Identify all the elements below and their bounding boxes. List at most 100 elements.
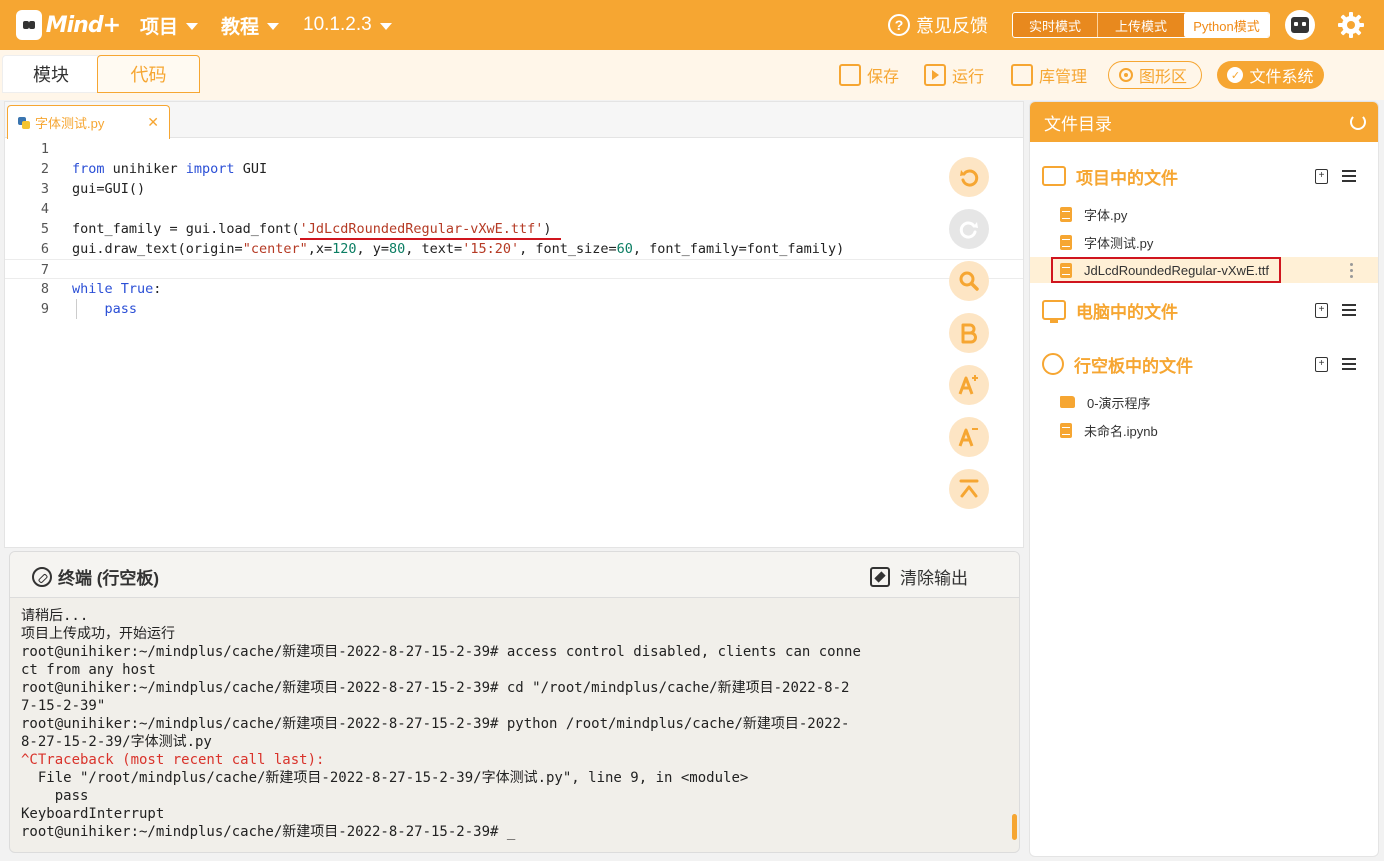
check-icon: ✓ bbox=[1227, 67, 1244, 83]
line-number: 5 bbox=[40, 221, 49, 237]
section-project-files[interactable]: 项目中的文件 bbox=[1042, 162, 1178, 190]
file-system-button[interactable]: ✓ 文件系统 bbox=[1217, 61, 1324, 89]
save-button[interactable]: 保存 bbox=[839, 62, 899, 88]
terminal-header: 终端 (行空板) 清除输出 bbox=[10, 552, 1019, 598]
robot-avatar-icon bbox=[1291, 17, 1309, 33]
link-icon bbox=[32, 566, 52, 587]
line-number: 3 bbox=[40, 181, 49, 197]
line-number: 2 bbox=[40, 161, 49, 177]
section-pc-label: 电脑中的文件 bbox=[1076, 302, 1178, 322]
menu-project[interactable]: 项目 bbox=[140, 0, 199, 50]
tab-blocks[interactable]: 模块 bbox=[2, 55, 100, 93]
section-pc-files[interactable]: 电脑中的文件 bbox=[1042, 296, 1178, 324]
terminal-line: File "/root/mindplus/cache/新建项目-2022-8-2… bbox=[21, 770, 749, 786]
toolbar: 模块 代码 保存 运行 库管理 图形区 ✓ 文件系统 bbox=[0, 50, 1384, 100]
terminal-scrollbar[interactable] bbox=[1012, 814, 1017, 840]
robot-logo-icon bbox=[16, 10, 42, 40]
run-button[interactable]: 运行 bbox=[924, 62, 984, 88]
library-manager-button[interactable]: 库管理 bbox=[1011, 62, 1087, 88]
section-board-label: 行空板中的文件 bbox=[1074, 356, 1193, 376]
file-item[interactable]: 字体.py bbox=[1030, 201, 1378, 227]
play-icon bbox=[924, 64, 946, 86]
new-file-icon[interactable]: + bbox=[1315, 302, 1328, 318]
chevron-down-icon bbox=[379, 23, 392, 30]
save-label: 保存 bbox=[867, 69, 900, 86]
terminal-line: 8-27-15-2-39/字体测试.py bbox=[21, 734, 212, 750]
code-text: from unihiker import GUI bbox=[72, 161, 268, 177]
terminal-output[interactable]: 请稍后... 项目上传成功，开始运行 root@unihiker:~/mindp… bbox=[21, 607, 1011, 841]
graph-label: 图形区 bbox=[1139, 69, 1188, 86]
python-icon bbox=[18, 116, 30, 129]
line-number: 9 bbox=[40, 301, 49, 317]
mode-realtime[interactable]: 实时模式 bbox=[1013, 13, 1098, 37]
menu-tutorial-label: 教程 bbox=[221, 16, 260, 38]
file-item[interactable]: 字体测试.py bbox=[1030, 229, 1378, 255]
file-icon bbox=[1060, 234, 1072, 250]
app-logo[interactable]: Mind+ bbox=[16, 8, 121, 42]
font-increase-icon[interactable] bbox=[949, 365, 989, 405]
terminal-title-label: 终端 (行空板) bbox=[58, 569, 160, 588]
refresh-icon[interactable] bbox=[1350, 114, 1366, 130]
eraser-icon bbox=[870, 566, 890, 587]
folder-item[interactable]: 0-演示程序 bbox=[1030, 389, 1378, 415]
save-icon bbox=[839, 64, 861, 86]
search-icon[interactable] bbox=[949, 261, 989, 301]
redo-icon[interactable] bbox=[949, 209, 989, 249]
menu-icon[interactable] bbox=[1342, 304, 1356, 316]
font-decrease-icon[interactable] bbox=[949, 417, 989, 457]
code-line: 8 while True: bbox=[5, 279, 1023, 299]
gear-icon[interactable] bbox=[1337, 11, 1365, 39]
folder-list-icon bbox=[1042, 166, 1066, 186]
code-text: gui.draw_text(origin="center",x=120, y=8… bbox=[72, 241, 845, 257]
menu-icon[interactable] bbox=[1342, 358, 1356, 370]
terminal-line: root@unihiker:~/mindplus/cache/新建项目-2022… bbox=[21, 716, 850, 732]
code-editor: 字体测试.py ✕ 1 2 from unihiker import GUI 3 g… bbox=[4, 101, 1024, 548]
more-options-icon[interactable] bbox=[1350, 263, 1354, 279]
code-text: while True: bbox=[72, 281, 162, 297]
file-name: 字体测试.py bbox=[1084, 235, 1154, 251]
new-file-icon[interactable]: + bbox=[1315, 356, 1328, 372]
file-tab[interactable]: 字体测试.py ✕ bbox=[7, 105, 170, 139]
red-underline-annotation bbox=[300, 238, 561, 240]
clear-output-button[interactable]: 清除输出 bbox=[870, 564, 968, 589]
chevron-down-icon bbox=[267, 23, 280, 30]
terminal-title: 终端 (行空板) bbox=[32, 564, 159, 589]
undo-icon[interactable] bbox=[949, 157, 989, 197]
terminal-line: root@unihiker:~/mindplus/cache/新建项目-2022… bbox=[21, 824, 516, 840]
code-area[interactable]: 1 2 from unihiker import GUI 3 gui=GUI() 4… bbox=[5, 139, 1023, 539]
code-line: 7 bbox=[5, 259, 1023, 279]
collapse-top-icon[interactable] bbox=[949, 469, 989, 509]
file-item[interactable]: 未命名.ipynb bbox=[1030, 417, 1378, 443]
tab-code[interactable]: 代码 bbox=[97, 55, 200, 93]
mode-upload[interactable]: 上传模式 bbox=[1098, 13, 1184, 37]
avatar[interactable] bbox=[1285, 10, 1315, 40]
file-tab-label: 字体测试.py bbox=[35, 116, 105, 131]
terminal-panel: 终端 (行空板) 清除输出 请稍后... 项目上传成功，开始运行 root@un… bbox=[9, 551, 1020, 853]
graph-area-button[interactable]: 图形区 bbox=[1108, 61, 1203, 89]
file-icon bbox=[1060, 422, 1072, 438]
file-directory-panel: 文件目录 项目中的文件 + 字体.py 字体测试.py JdLcdRounded… bbox=[1029, 101, 1379, 857]
project-section-actions: + bbox=[1315, 162, 1356, 190]
library-label: 库管理 bbox=[1039, 69, 1088, 86]
menu-tutorial[interactable]: 教程 bbox=[221, 0, 280, 50]
target-icon bbox=[1119, 68, 1133, 82]
menu-icon[interactable] bbox=[1342, 170, 1356, 182]
terminal-line: root@unihiker:~/mindplus/cache/新建项目-2022… bbox=[21, 680, 850, 696]
feedback-button[interactable]: ? 意见反馈 bbox=[888, 12, 988, 38]
section-board-files[interactable]: 行空板中的文件 bbox=[1042, 350, 1193, 378]
board-icon bbox=[1042, 353, 1064, 375]
close-icon[interactable]: ✕ bbox=[147, 114, 159, 131]
code-text: pass bbox=[104, 301, 138, 317]
code-line: 1 bbox=[5, 139, 1023, 159]
pc-section-actions: + bbox=[1315, 296, 1356, 324]
menu-version[interactable]: 10.1.2.3 bbox=[303, 0, 392, 50]
code-line: 2 from unihiker import GUI bbox=[5, 159, 1023, 179]
format-bold-icon[interactable] bbox=[949, 313, 989, 353]
folder-icon bbox=[1060, 396, 1075, 408]
mode-python[interactable]: Python模式 bbox=[1184, 13, 1269, 37]
file-directory-title: 文件目录 bbox=[1044, 114, 1112, 134]
terminal-line: root@unihiker:~/mindplus/cache/新建项目-2022… bbox=[21, 644, 861, 660]
terminal-line: 项目上传成功，开始运行 bbox=[21, 626, 175, 642]
new-file-icon[interactable]: + bbox=[1315, 168, 1328, 184]
terminal-line: ct from any host bbox=[21, 662, 156, 678]
